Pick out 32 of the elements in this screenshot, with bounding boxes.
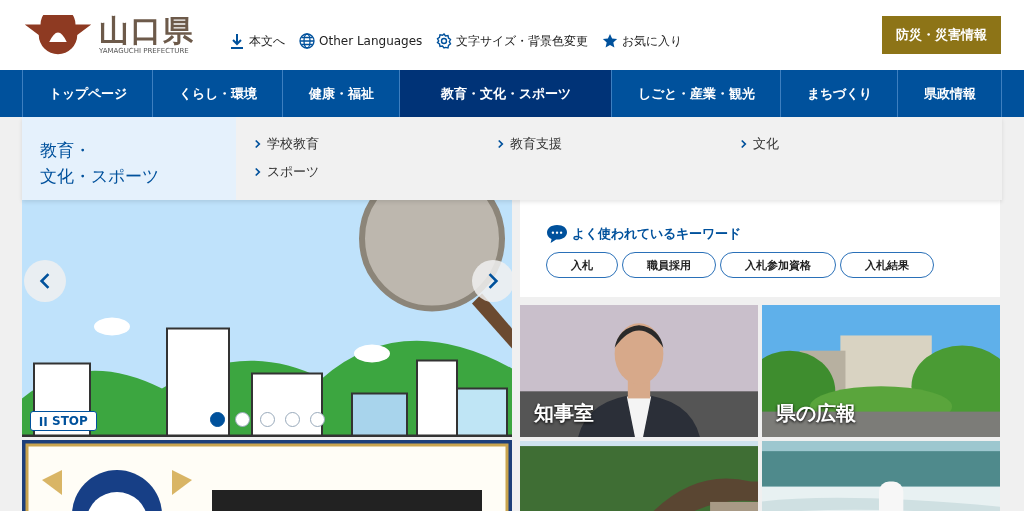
chevron-icon [254, 139, 261, 149]
menu-link[interactable]: スポーツ [254, 163, 497, 181]
utility-link[interactable]: お気に入り [602, 32, 683, 50]
keyword-heading: よく使われているキーワード [572, 225, 741, 243]
settings-icon [436, 33, 453, 49]
tile-caption: 知事室 [534, 400, 594, 427]
stop-button[interactable]: STOP [30, 411, 97, 431]
chevron-icon [254, 167, 261, 177]
chevron-icon [497, 139, 504, 149]
menu-link[interactable]: 文化 [740, 135, 983, 153]
logo-title: 山口県 [99, 15, 195, 47]
tile-caption: 県の広報 [776, 400, 856, 427]
chevron-right-icon [487, 272, 499, 290]
menu-heading: 文化・スポーツ [40, 165, 160, 188]
menu-heading: 教育・ [40, 139, 92, 162]
link-tile[interactable]: 県の広報 [762, 305, 1000, 437]
logo-icon [23, 15, 93, 55]
speech-bubble-icon [546, 224, 568, 244]
star-icon [602, 33, 619, 49]
menu-link[interactable]: 学校教育 [254, 135, 497, 153]
chevron-left-icon [39, 272, 51, 290]
utility-link[interactable]: 文字サイズ・背景色変更 [436, 32, 589, 50]
pause-icon [39, 415, 48, 427]
utility-link[interactable]: Other Languages [299, 32, 423, 50]
menu-link[interactable]: 教育支援 [497, 135, 740, 153]
download-icon [229, 33, 245, 49]
disaster-info-button[interactable]: 防災・災害情報 [882, 16, 1001, 54]
chevron-icon [740, 139, 747, 149]
link-tile[interactable]: 知事室 [520, 305, 758, 437]
utility-link[interactable]: 本文へ [229, 32, 285, 50]
nav-tab[interactable]: 教育・文化・スポーツ [399, 70, 611, 117]
globe-icon [299, 33, 315, 49]
